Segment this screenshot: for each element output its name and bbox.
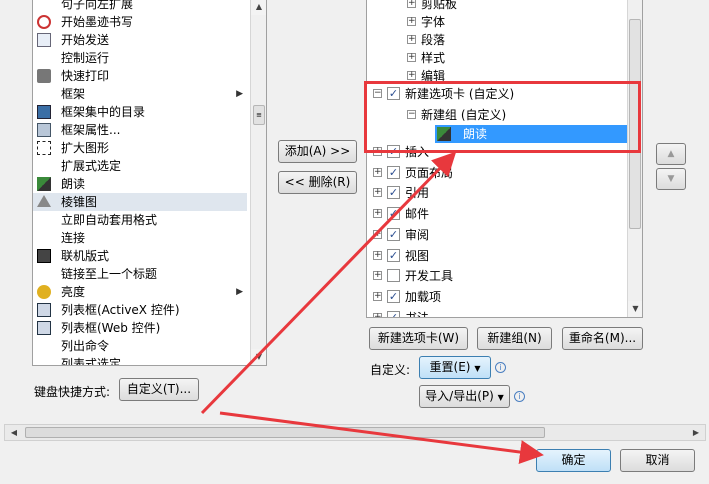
annotation-arrows [200,151,544,464]
arrow-to-new-item [200,151,457,415]
arrow-to-ok [219,411,544,464]
